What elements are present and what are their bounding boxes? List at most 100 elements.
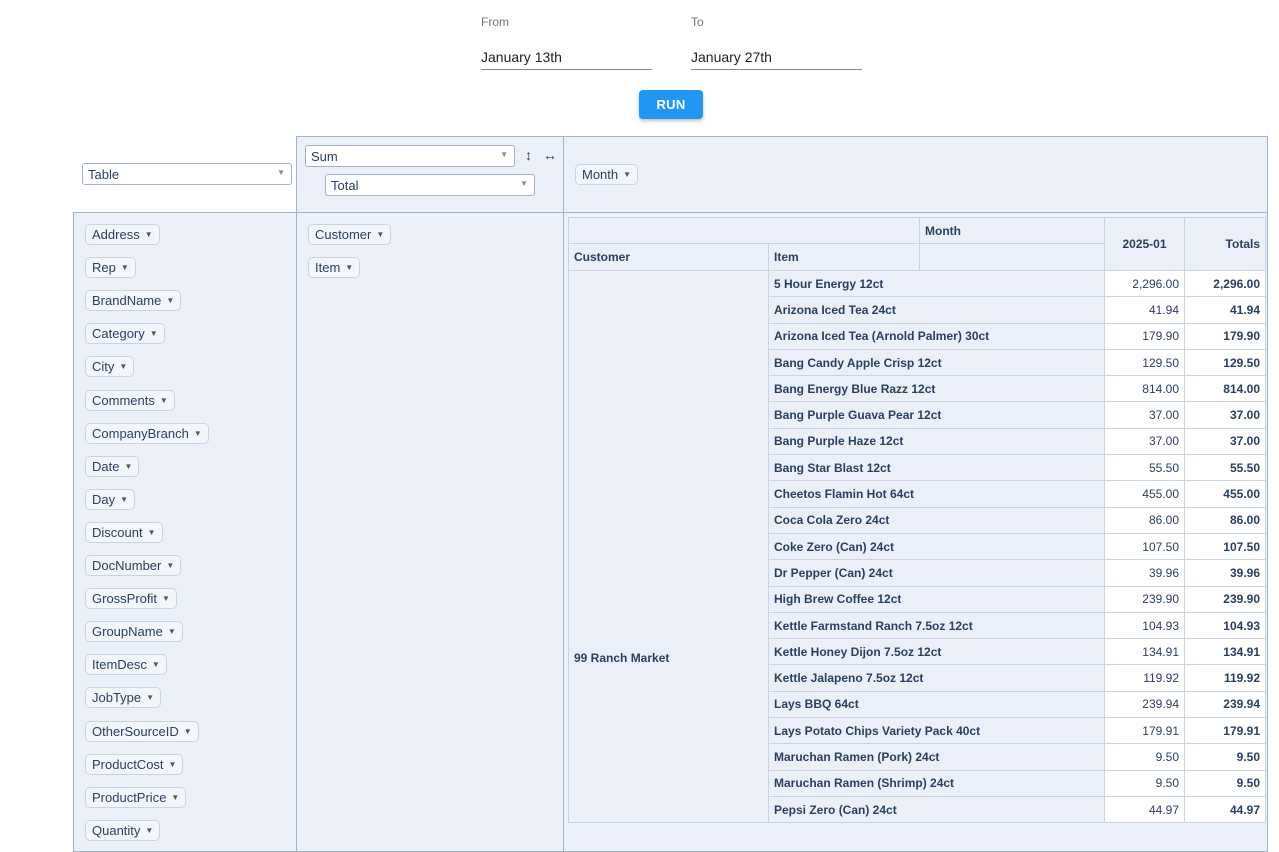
aggregator-select-value: Sum bbox=[311, 149, 338, 164]
row-total-cell: 455.00 bbox=[1184, 480, 1266, 508]
row-total-cell: 39.96 bbox=[1184, 559, 1266, 587]
row-label-item: Bang Candy Apple Crisp 12ct bbox=[768, 348, 1105, 377]
chevron-down-icon: ▼ bbox=[120, 263, 129, 273]
run-button[interactable]: RUN bbox=[639, 90, 703, 119]
chevron-down-icon: ▼ bbox=[159, 395, 168, 405]
row-total-cell: 814.00 bbox=[1184, 375, 1266, 403]
field-pill-label: ItemDesc bbox=[92, 657, 147, 673]
field-pill-productprice[interactable]: ProductPrice ▼ bbox=[85, 786, 187, 808]
row-label-item: Coca Cola Zero 24ct bbox=[768, 506, 1105, 534]
field-pill-label: CompanyBranch bbox=[92, 425, 189, 441]
value-cell: 455.00 bbox=[1104, 480, 1185, 508]
field-pill-label: DocNumber bbox=[92, 558, 162, 573]
field-pill-othersourceid[interactable]: OtherSourceID ▼ bbox=[85, 720, 199, 742]
field-pill-label: Address bbox=[92, 227, 140, 242]
field-pill-jobtype[interactable]: JobType ▼ bbox=[85, 687, 162, 709]
row-label-item: Maruchan Ramen (Shrimp) 24ct bbox=[768, 769, 1105, 797]
row-sort-order-icon[interactable]: ↕ bbox=[525, 147, 532, 163]
field-pill-label: BrandName bbox=[92, 293, 162, 309]
field-pill-label: ProductCost bbox=[92, 756, 164, 772]
row-attr-header-spacer bbox=[919, 243, 1105, 271]
field-pill-label: Day bbox=[92, 491, 116, 507]
field-pill-category[interactable]: Category ▼ bbox=[85, 323, 165, 345]
field-pill-productcost[interactable]: ProductCost ▼ bbox=[85, 753, 184, 775]
row-total-cell: 41.94 bbox=[1184, 296, 1266, 324]
field-pill-quantity[interactable]: Quantity ▼ bbox=[85, 819, 161, 841]
chevron-down-icon: ▼ bbox=[345, 263, 354, 272]
row-total-cell: 37.00 bbox=[1184, 427, 1266, 456]
field-pill-label: Quantity bbox=[92, 822, 141, 838]
row-label-item: Kettle Farmstand Ranch 7.5oz 12ct bbox=[768, 611, 1105, 640]
field-pill-label: OtherSourceID bbox=[92, 723, 179, 739]
chevron-down-icon: ▼ bbox=[149, 329, 158, 339]
chevron-down-icon: ▼ bbox=[277, 168, 285, 177]
field-pill-groupname[interactable]: GroupName ▼ bbox=[85, 621, 183, 643]
value-cell: 41.94 bbox=[1104, 296, 1185, 324]
row-label-item: Kettle Honey Dijon 7.5oz 12ct bbox=[768, 638, 1105, 666]
aggregator-select[interactable]: Sum ▼ bbox=[305, 145, 515, 167]
from-label: From bbox=[481, 15, 509, 29]
col-field-pill-month[interactable]: Month ▼ bbox=[575, 164, 639, 185]
field-pill-label: Date bbox=[92, 458, 120, 474]
field-pill-companybranch[interactable]: CompanyBranch ▼ bbox=[85, 422, 209, 444]
field-pill-label: ProductPrice bbox=[92, 789, 167, 805]
chevron-down-icon: ▼ bbox=[146, 693, 155, 703]
chevron-down-icon: ▼ bbox=[623, 170, 632, 179]
field-pill-label: City bbox=[92, 359, 115, 375]
renderer-select[interactable]: Table ▼ bbox=[82, 163, 292, 185]
field-pill-brandname[interactable]: BrandName ▼ bbox=[85, 290, 182, 312]
value-field-select[interactable]: Total ▼ bbox=[325, 174, 535, 196]
field-pill-rep[interactable]: Rep ▼ bbox=[85, 257, 136, 279]
field-pill-itemdesc[interactable]: ItemDesc ▼ bbox=[85, 654, 167, 676]
pivot-corner bbox=[568, 217, 920, 244]
row-attr-header-customer: Customer bbox=[568, 243, 769, 271]
to-date-input[interactable] bbox=[691, 39, 862, 70]
row-total-cell: 119.92 bbox=[1184, 664, 1266, 692]
value-cell: 39.96 bbox=[1104, 559, 1185, 587]
row-label-item: Kettle Jalapeno 7.5oz 12ct bbox=[768, 664, 1105, 692]
field-pill-address[interactable]: Address ▼ bbox=[85, 224, 160, 245]
row-field-pill-item[interactable]: Item ▼ bbox=[308, 257, 361, 278]
row-total-cell: 44.97 bbox=[1184, 795, 1266, 824]
value-cell: 134.91 bbox=[1104, 638, 1185, 666]
row-label-item: Cheetos Flamin Hot 64ct bbox=[768, 480, 1105, 508]
value-cell: 179.90 bbox=[1104, 322, 1185, 350]
value-cell: 104.93 bbox=[1104, 611, 1185, 640]
col-attr-header: Month bbox=[919, 217, 1105, 244]
field-pill-date[interactable]: Date ▼ bbox=[85, 455, 140, 477]
value-cell: 119.92 bbox=[1104, 664, 1185, 692]
field-pill-city[interactable]: City ▼ bbox=[85, 356, 135, 378]
chevron-down-icon: ▼ bbox=[119, 362, 128, 372]
col-sort-order-icon[interactable]: ↔ bbox=[543, 147, 557, 163]
value-cell: 37.00 bbox=[1104, 401, 1185, 429]
row-label-item: Bang Energy Blue Razz 12ct bbox=[768, 375, 1105, 403]
chevron-down-icon: ▼ bbox=[162, 594, 170, 604]
chevron-down-icon: ▼ bbox=[120, 494, 129, 504]
row-label-item: Lays Potato Chips Variety Pack 40ct bbox=[768, 717, 1105, 745]
field-pill-grossprofit[interactable]: GrossProfit ▼ bbox=[85, 588, 177, 610]
field-pill-docnumber[interactable]: DocNumber ▼ bbox=[85, 555, 182, 576]
row-total-cell: 107.50 bbox=[1184, 532, 1266, 561]
row-total-cell: 104.93 bbox=[1184, 611, 1266, 640]
chevron-down-icon: ▼ bbox=[166, 296, 175, 306]
row-fields-area bbox=[296, 212, 564, 852]
field-pill-label: Month bbox=[582, 167, 619, 182]
chevron-down-icon: ▼ bbox=[147, 527, 156, 537]
to-label: To bbox=[691, 15, 704, 29]
value-cell: 9.50 bbox=[1104, 769, 1185, 797]
from-date-input[interactable] bbox=[481, 39, 652, 70]
field-pill-label: Comments bbox=[92, 392, 155, 408]
table-row: 99 Ranch Market 5 Hour Energy 12ct 2,296.0… bbox=[568, 269, 1266, 824]
value-cell: 44.97 bbox=[1104, 795, 1185, 824]
value-cell: 37.00 bbox=[1104, 427, 1185, 456]
value-cell: 239.90 bbox=[1104, 585, 1185, 613]
value-cell: 55.50 bbox=[1104, 454, 1185, 482]
field-pill-discount[interactable]: Discount ▼ bbox=[85, 521, 163, 543]
field-pill-comments[interactable]: Comments ▼ bbox=[85, 389, 175, 411]
field-pill-day[interactable]: Day ▼ bbox=[85, 488, 136, 510]
row-total-cell: 9.50 bbox=[1184, 743, 1266, 771]
value-cell: 9.50 bbox=[1104, 743, 1185, 771]
row-field-pill-customer[interactable]: Customer ▼ bbox=[308, 224, 392, 245]
chevron-down-icon: ▼ bbox=[145, 825, 154, 835]
field-pill-label: JobType bbox=[92, 690, 142, 706]
